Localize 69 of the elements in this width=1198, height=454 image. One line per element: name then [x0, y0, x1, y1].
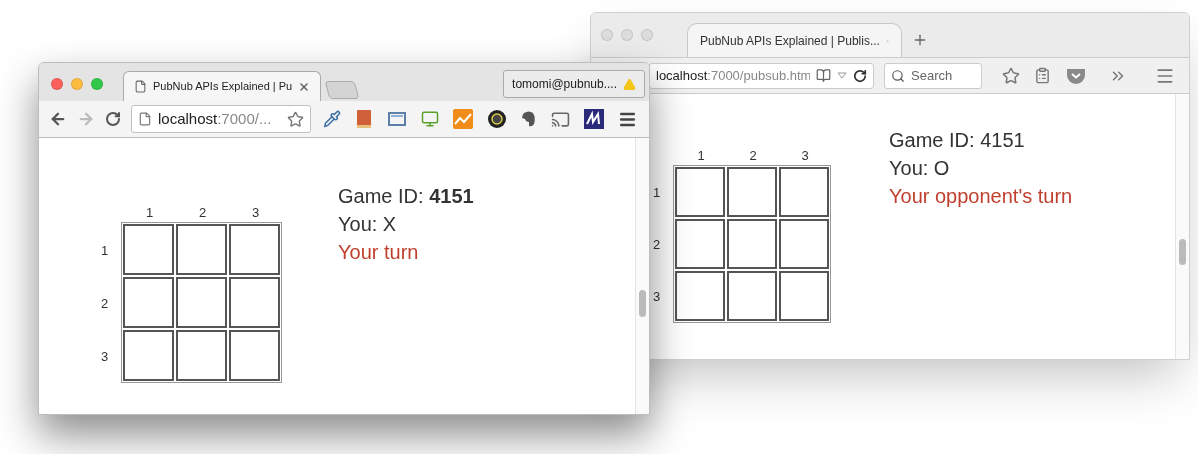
- window-control-icon[interactable]: [51, 78, 63, 90]
- column-label: 1: [696, 147, 706, 165]
- board-cell[interactable]: [779, 167, 829, 217]
- column-label: 2: [197, 204, 208, 222]
- profile-button[interactable]: tomomi@pubnub....: [503, 70, 645, 98]
- turn-status-text: Your opponent's turn: [889, 184, 1073, 209]
- row-label: 2: [101, 294, 110, 313]
- search-icon: [891, 68, 905, 83]
- book-icon[interactable]: [355, 109, 373, 129]
- board-cell[interactable]: [675, 219, 725, 269]
- search-field[interactable]: Search: [884, 62, 982, 89]
- close-icon[interactable]: [298, 80, 311, 93]
- column-label: 3: [250, 204, 261, 222]
- player-text: You: O: [889, 156, 951, 181]
- board-cell[interactable]: [727, 219, 777, 269]
- reload-icon[interactable]: [105, 111, 121, 127]
- board-cell[interactable]: [727, 271, 777, 321]
- address-field[interactable]: localhost:7000/...: [131, 105, 311, 133]
- board-cell[interactable]: [123, 224, 174, 275]
- row-label: 3: [653, 288, 662, 307]
- board-cell[interactable]: [229, 224, 280, 275]
- board-cell[interactable]: [123, 277, 174, 328]
- game-id-text: Game ID: 4151: [889, 128, 1026, 153]
- cast-icon[interactable]: [551, 109, 570, 129]
- game-id-text: Game ID: 4151: [338, 184, 474, 209]
- page-icon: [138, 112, 152, 126]
- row-label: 3: [101, 347, 110, 366]
- board-cell[interactable]: [176, 224, 227, 275]
- row-label: 2: [653, 236, 662, 255]
- turn-status-text: Your turn: [338, 240, 420, 265]
- board-cell[interactable]: [229, 277, 280, 328]
- board-cell[interactable]: [229, 330, 280, 381]
- column-label: 2: [748, 147, 758, 165]
- board-cell[interactable]: [675, 271, 725, 321]
- warning-icon: [623, 77, 636, 91]
- frame-icon[interactable]: [387, 111, 407, 127]
- bookmark-star-icon[interactable]: [287, 110, 304, 128]
- eyedropper-icon[interactable]: [323, 110, 341, 128]
- url-text: localhost:7000/pubsub.htm: [656, 67, 810, 83]
- zigzag-logo-icon[interactable]: [584, 109, 604, 129]
- board-cell[interactable]: [176, 330, 227, 381]
- board-cell[interactable]: [123, 330, 174, 381]
- column-label: 3: [800, 147, 810, 165]
- url-text: localhost:7000/...: [158, 109, 272, 127]
- column-label: 1: [144, 204, 155, 222]
- lens-icon[interactable]: [487, 109, 507, 129]
- browser-tab[interactable]: PubNub APIs Explained | Publis...: [687, 23, 902, 57]
- scrollbar-thumb[interactable]: [1179, 239, 1186, 265]
- back-icon[interactable]: [49, 110, 67, 128]
- board-cell[interactable]: [779, 219, 829, 269]
- row-label: 1: [653, 184, 662, 203]
- caret-icon[interactable]: [837, 72, 847, 79]
- address-field[interactable]: localhost:7000/pubsub.htm: [649, 62, 874, 89]
- reload-icon[interactable]: [853, 68, 867, 83]
- board-cell[interactable]: [675, 167, 725, 217]
- new-tab-icon[interactable]: [912, 32, 928, 48]
- bookmark-star-icon[interactable]: [1002, 66, 1020, 85]
- board-cell[interactable]: [727, 167, 777, 217]
- shield-icon[interactable]: [1065, 66, 1087, 85]
- monitor-icon[interactable]: [421, 110, 439, 128]
- clipboard-icon[interactable]: [1034, 67, 1051, 84]
- page-icon: [134, 80, 147, 93]
- book-icon[interactable]: [816, 68, 831, 83]
- board-cell[interactable]: [779, 271, 829, 321]
- player-text: You: X: [338, 212, 398, 237]
- board-cell[interactable]: [176, 277, 227, 328]
- row-label: 1: [101, 241, 110, 260]
- browser-tab[interactable]: PubNub APIs Explained | Pu: [123, 71, 322, 101]
- scrollbar-thumb[interactable]: [639, 290, 646, 317]
